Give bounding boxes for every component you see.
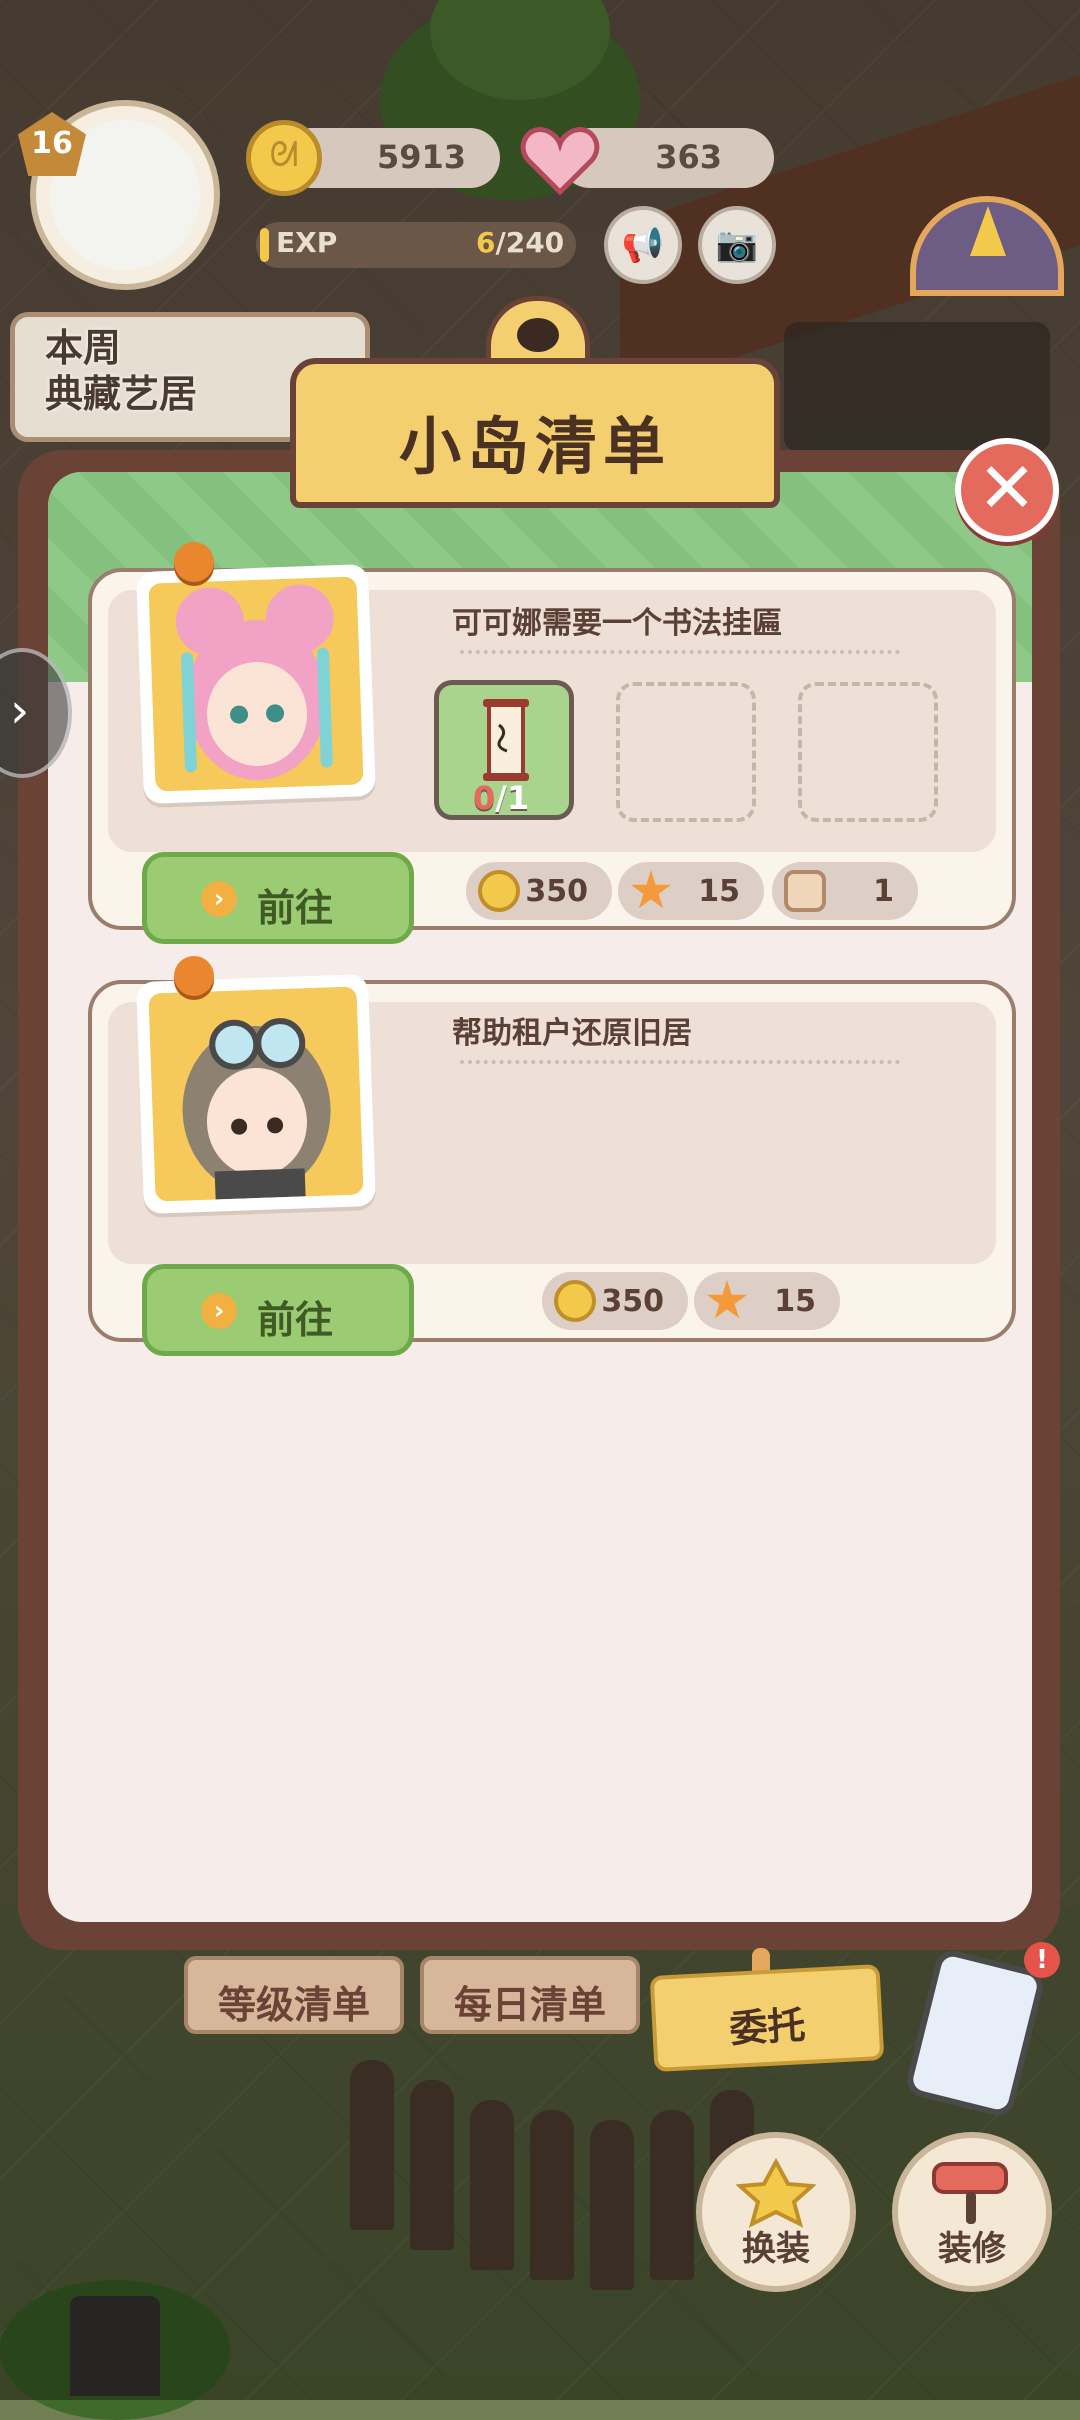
task-1-portrait — [136, 564, 376, 804]
camera-icon: 📷 — [715, 225, 759, 265]
coin-icon — [246, 120, 322, 196]
modal-title: 小岛清单 — [398, 410, 671, 483]
star-icon — [706, 1280, 748, 1319]
outfit-label: 换装 — [742, 2229, 810, 2269]
task-1-reward-star-value: 15 — [698, 874, 740, 909]
arrow-right-icon: › — [201, 1293, 237, 1329]
exp-value: 6/240 — [476, 226, 564, 259]
task-2-portrait — [136, 974, 376, 1214]
alert-badge: ! — [1024, 1942, 1060, 1978]
tin-icon — [784, 870, 826, 912]
pink-hair-girl-avatar — [148, 576, 364, 792]
task-2-go-button[interactable]: › 前往 — [142, 1264, 414, 1356]
level-value: 16 — [31, 126, 73, 161]
pin-icon — [174, 956, 214, 996]
outfit-icon — [736, 2158, 816, 2228]
tab-level-list-label: 等级清单 — [217, 1983, 370, 2027]
tab-daily-list[interactable]: 每日清单 — [420, 1956, 640, 2034]
task-1-reward-tin: 1 — [772, 862, 918, 920]
megaphone-icon: 📢 — [621, 225, 665, 265]
task-2-reward-coin-value: 350 — [601, 1284, 664, 1319]
decorate-label: 装修 — [938, 2229, 1006, 2269]
coin-icon — [478, 870, 520, 912]
exp-total: /240 — [495, 226, 565, 259]
tab-level-list[interactable]: 等级清单 — [184, 1956, 404, 2034]
paint-roller-icon — [932, 2162, 1008, 2224]
right-tools-panel[interactable] — [784, 322, 1050, 452]
arrow-right-icon: › — [201, 881, 237, 917]
camera-button[interactable]: 📷 — [698, 206, 776, 284]
pin-icon — [174, 542, 214, 582]
task-1-divider — [460, 650, 900, 654]
coin-value: 5913 — [376, 138, 466, 176]
task-1-item-slot-2 — [616, 682, 756, 822]
close-icon: ✕ — [977, 447, 1037, 529]
star-icon — [630, 870, 672, 909]
task-1-item-count: 0/1 — [473, 779, 530, 817]
task-1-reward-coin-value: 350 — [525, 874, 588, 909]
task-2-divider — [460, 1060, 900, 1064]
close-button[interactable]: ✕ — [955, 438, 1059, 542]
task-1-go-label: 前往 — [257, 886, 334, 930]
tab-commission[interactable]: 委托 — [649, 1964, 885, 2072]
task-2-reward-coin: 350 — [542, 1272, 688, 1330]
tab-daily-list-label: 每日清单 — [453, 1983, 606, 2027]
task-1-reward-tin-value: 1 — [873, 874, 894, 909]
task-1-item-slot-3 — [798, 682, 938, 822]
coin-icon — [554, 1280, 596, 1322]
heart-icon — [520, 127, 600, 196]
task-2-reward-star: 15 — [694, 1272, 840, 1330]
heart-value: 363 — [655, 138, 722, 176]
task-1-go-button[interactable]: › 前往 — [142, 852, 414, 944]
task-1-title: 可可娜需要一个书法挂匾 — [452, 606, 782, 641]
title-plaque-hole — [517, 318, 559, 352]
dial-arrow-icon — [970, 206, 1006, 256]
exp-label: EXP — [276, 226, 338, 259]
task-2-title: 帮助租户还原旧居 — [452, 1016, 692, 1051]
goggles-boy-avatar — [148, 986, 364, 1202]
exp-current: 6 — [476, 226, 496, 259]
exp-bar-fill — [260, 228, 270, 262]
outfit-button[interactable]: 换装 — [696, 2132, 856, 2292]
task-2-reward-star-value: 15 — [774, 1284, 816, 1319]
task-1-item-slot-1[interactable]: 0/1 — [434, 680, 574, 820]
megaphone-button[interactable]: 📢 — [604, 206, 682, 284]
task-1-reward-star: 15 — [618, 862, 764, 920]
weekly-card-label: 本周 典藏艺居 — [45, 326, 198, 416]
task-1-reward-coin: 350 — [466, 862, 612, 920]
task-2-go-label: 前往 — [257, 1298, 334, 1342]
decorate-button[interactable]: 装修 — [892, 2132, 1052, 2292]
tab-commission-label: 委托 — [728, 2003, 807, 2051]
